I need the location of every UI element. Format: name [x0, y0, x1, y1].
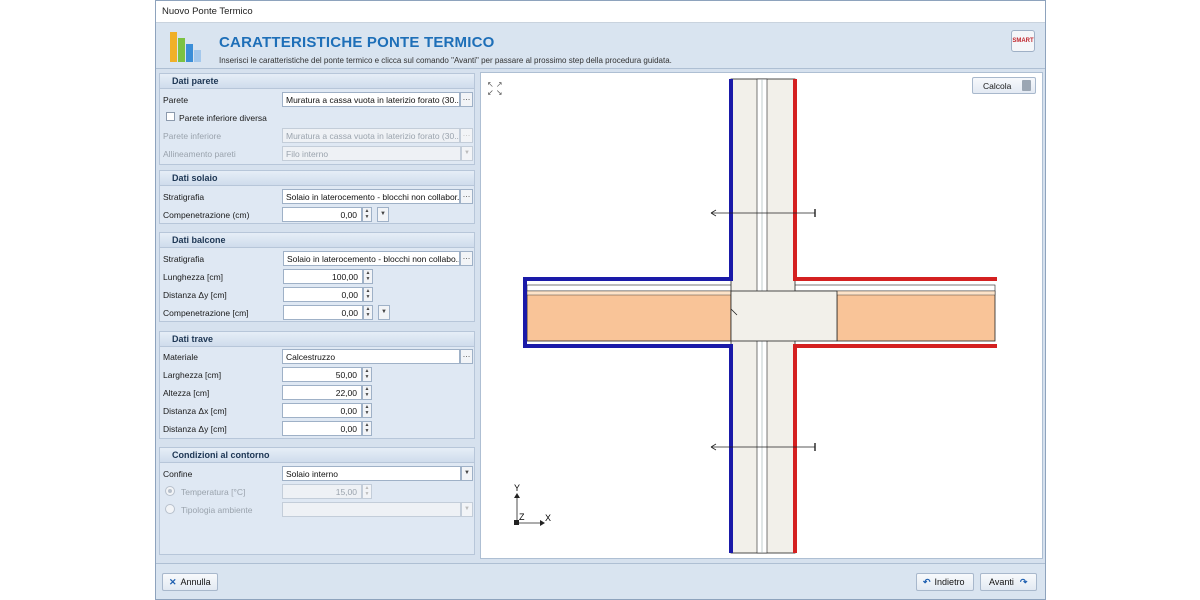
balcone-distanza-y-spinner[interactable]: ▲ ▼ [363, 287, 373, 302]
balcone-distanza-y-label: Distanza Δy [cm] [163, 290, 227, 300]
confine-label: Confine [163, 469, 193, 479]
dialog-window: Nuovo Ponte Termico CARATTERISTICHE PONT… [155, 0, 1046, 600]
allineamento-select: Filo interno [282, 146, 461, 161]
balcone-compenetrazione-input[interactable]: 0,00 [283, 305, 363, 320]
balcone-compenetrazione-dropdown[interactable]: ▼ [378, 305, 390, 320]
thermal-bridge-drawing: Y Z X [514, 78, 997, 554]
balcone-stratigrafia-label: Stratigrafia [163, 254, 205, 264]
trave-larghezza-label: Larghezza [cm] [163, 370, 222, 380]
group-title: Condizioni al contorno [160, 448, 474, 463]
balcone-compenetrazione-label: Compenetrazione [cm] [163, 308, 249, 318]
wizard-header: CARATTERISTICHE PONTE TERMICO Inserisci … [156, 23, 1045, 69]
trave-distanza-y-spinner[interactable]: ▲ ▼ [362, 421, 372, 436]
axis-z-label: Z [519, 512, 525, 522]
drawing-canvas[interactable]: Y Z X ↖ ↗ ↙ ↘ Calcola [480, 72, 1043, 559]
parete-label: Parete [163, 95, 189, 105]
redo-arrow-icon: ↷ [1019, 577, 1028, 587]
trave-distanza-x-spinner[interactable]: ▲ ▼ [362, 403, 372, 418]
trave-distanza-x-label: Distanza Δx [cm] [163, 406, 227, 416]
allineamento-label: Allineamento pareti [163, 149, 236, 159]
avanti-label: Avanti [989, 577, 1014, 587]
properties-panel: Dati parete Parete Muratura a cassa vuot… [158, 72, 476, 559]
expand-icon[interactable]: ↖ ↗ ↙ ↘ [487, 81, 505, 99]
page-title: CARATTERISTICHE PONTE TERMICO [219, 34, 495, 51]
smart-badge-icon[interactable]: SMART [1011, 30, 1035, 52]
warm-boundary-lower [793, 344, 997, 553]
annulla-button[interactable]: ✕ Annulla [162, 573, 218, 591]
balcone-lunghezza-spinner[interactable]: ▲ ▼ [363, 269, 373, 284]
solaio-compenetrazione-label: Compenetrazione (cm) [163, 210, 250, 220]
close-icon: ✕ [169, 577, 177, 587]
parete-field[interactable]: Muratura a cassa vuota in laterizio fora… [282, 92, 460, 107]
trave-materiale-browse-button[interactable]: … [460, 349, 473, 364]
tipologia-select [282, 502, 461, 517]
balcone-distanza-y-input[interactable]: 0,00 [283, 287, 363, 302]
window-title: Nuovo Ponte Termico [156, 1, 1045, 23]
trave-altezza-input[interactable]: 22,00 [282, 385, 362, 400]
slab-left [526, 290, 732, 342]
group-title: Dati balcone [160, 233, 474, 248]
chevron-down-icon: ▼ [461, 146, 473, 161]
wizard-footer: ✕ Annulla ↶ Indietro Avanti ↷ [156, 563, 1045, 599]
trave-altezza-label: Altezza [cm] [163, 388, 210, 398]
axis-y-label: Y [514, 483, 520, 493]
chevron-down-icon[interactable]: ▼ [461, 466, 473, 481]
temperatura-input: 15,00 [282, 484, 362, 499]
avanti-button[interactable]: Avanti ↷ [980, 573, 1037, 591]
slab-right [836, 290, 996, 342]
balcone-lunghezza-label: Lunghezza [cm] [163, 272, 224, 282]
chevron-down-icon: ▼ [461, 502, 473, 517]
group-title: Dati solaio [160, 171, 474, 186]
undo-arrow-icon: ↶ [923, 577, 931, 587]
trave-materiale-field[interactable]: Calcestruzzo [282, 349, 460, 364]
parete-inferiore-browse-button: … [460, 128, 473, 143]
temperatura-label: Temperatura [°C] [181, 487, 246, 497]
temperatura-radio [165, 486, 175, 496]
trave-altezza-spinner[interactable]: ▲ ▼ [362, 385, 372, 400]
indietro-label: Indietro [934, 577, 965, 587]
group-title: Dati trave [160, 332, 474, 347]
solaio-compenetrazione-input[interactable]: 0,00 [282, 207, 362, 222]
calcola-label: Calcola [983, 81, 1012, 91]
axis-x-label: X [545, 513, 551, 523]
solaio-stratigrafia-field[interactable]: Solaio in laterocemento - blocchi non co… [282, 189, 460, 204]
confine-select[interactable]: Solaio interno [282, 466, 461, 481]
parete-browse-button[interactable]: … [460, 92, 473, 107]
calcola-button[interactable]: Calcola [972, 77, 1036, 94]
beam [730, 290, 838, 342]
trave-larghezza-input[interactable]: 50,00 [282, 367, 362, 382]
tipologia-label: Tipologia ambiente [181, 505, 253, 515]
calculator-icon [1022, 80, 1031, 91]
solaio-stratigrafia-label: Stratigrafia [163, 192, 205, 202]
group-dati-solaio: Dati solaio Stratigrafia Solaio in later… [159, 170, 475, 224]
temperatura-spinner: ▲ ▼ [362, 484, 372, 499]
trave-materiale-label: Materiale [163, 352, 198, 362]
group-dati-trave: Dati trave Materiale Calcestruzzo … Larg… [159, 331, 475, 439]
balcone-lunghezza-input[interactable]: 100,00 [283, 269, 363, 284]
parete-inferiore-label: Parete inferiore [163, 131, 222, 141]
trave-distanza-x-input[interactable]: 0,00 [282, 403, 362, 418]
solaio-compenetrazione-spinner[interactable]: ▲ ▼ [362, 207, 372, 222]
tipologia-radio [165, 504, 175, 514]
balcone-browse-button[interactable]: … [460, 251, 473, 266]
balcone-stratigrafia-field[interactable]: Solaio in laterocemento - blocchi non co… [283, 251, 460, 266]
page-subtitle: Inserisci le caratteristiche del ponte t… [219, 56, 672, 65]
warm-boundary [793, 79, 997, 281]
solaio-browse-button[interactable]: … [460, 189, 473, 204]
parete-inferiore-diversa-label: Parete inferiore diversa [179, 113, 267, 123]
trave-larghezza-spinner[interactable]: ▲ ▼ [362, 367, 372, 382]
solaio-compenetrazione-dropdown[interactable]: ▼ [377, 207, 389, 222]
parete-inferiore-field: Muratura a cassa vuota in laterizio fora… [282, 128, 460, 143]
parete-inferiore-checkbox[interactable] [166, 112, 175, 121]
bar-chart-logo-icon [170, 32, 201, 62]
annulla-label: Annulla [180, 577, 211, 587]
group-dati-balcone: Dati balcone Stratigrafia Solaio in late… [159, 232, 475, 322]
indietro-button[interactable]: ↶ Indietro [916, 573, 974, 591]
trave-distanza-y-label: Distanza Δy [cm] [163, 424, 227, 434]
group-condizioni-contorno: Condizioni al contorno Confine Solaio in… [159, 447, 475, 555]
trave-distanza-y-input[interactable]: 0,00 [282, 421, 362, 436]
balcone-compenetrazione-spinner[interactable]: ▲ ▼ [363, 305, 373, 320]
group-title: Dati parete [160, 74, 474, 89]
group-dati-parete: Dati parete Parete Muratura a cassa vuot… [159, 73, 475, 165]
